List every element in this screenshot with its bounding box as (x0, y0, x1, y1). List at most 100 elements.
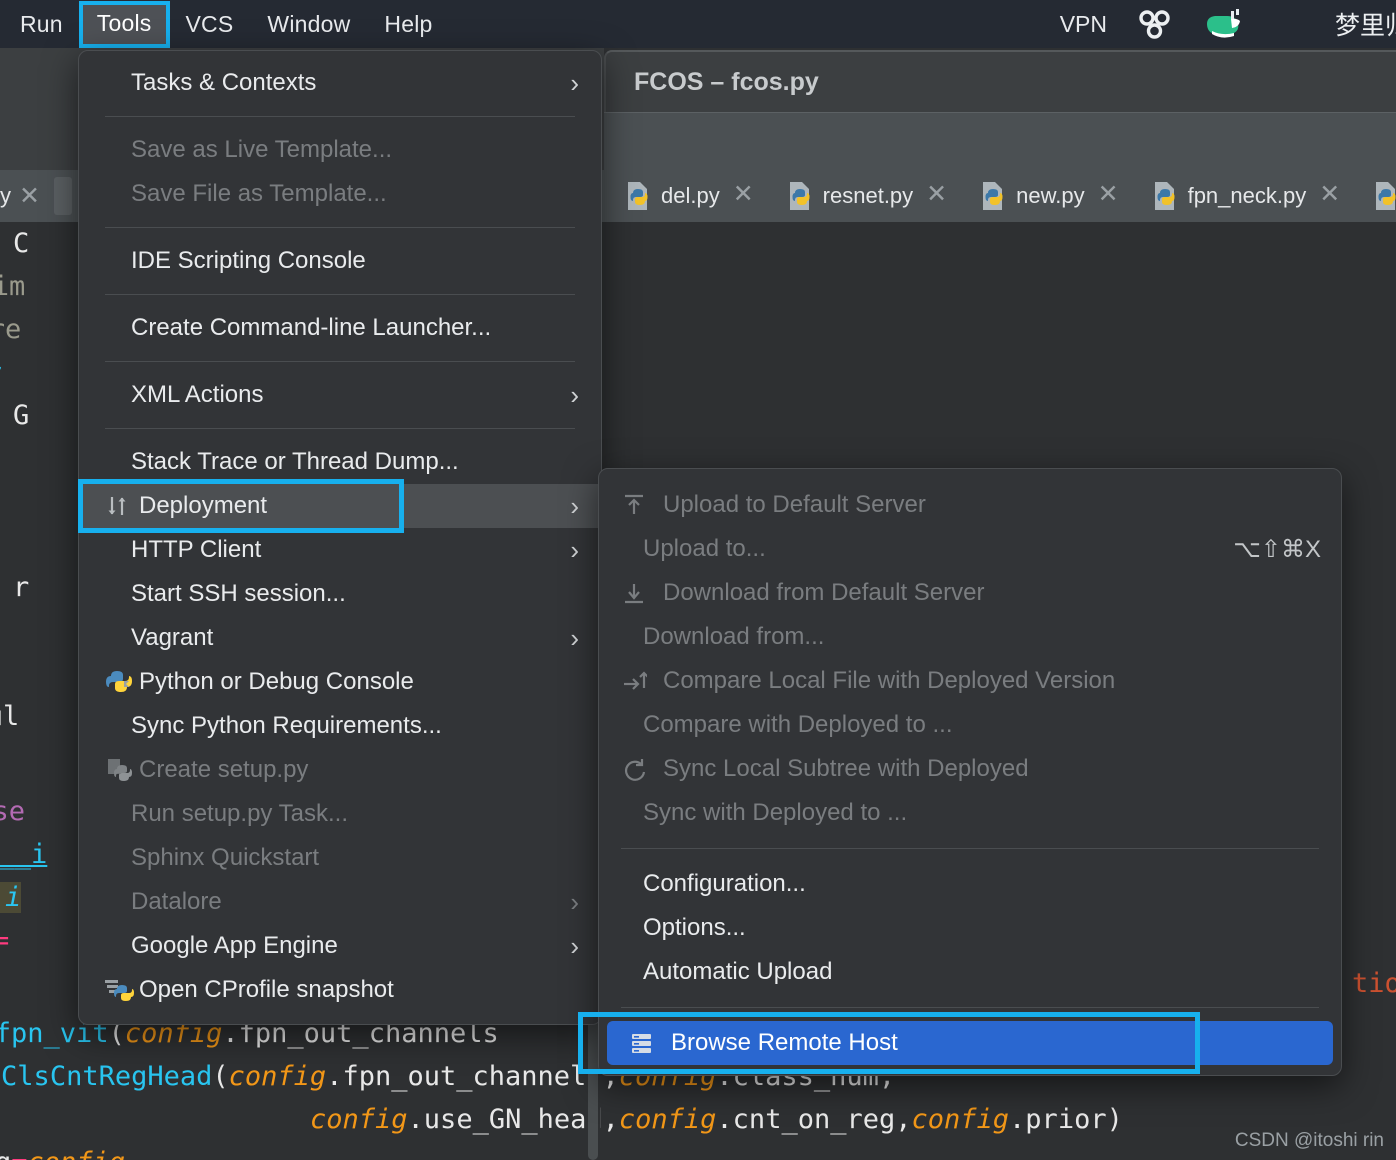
menu-item-label: Vagrant (131, 624, 214, 651)
menu-bar-item-window[interactable]: Window (253, 7, 364, 42)
tools-menu-item-run-setup-py-task: Run setup.py Task... (79, 792, 601, 836)
tools-menu-item-save-file-as-template: Save File as Template... (79, 172, 601, 216)
tools-menu-item-open-cprofile-snapshot[interactable]: Open CProfile snapshot (79, 968, 601, 1012)
python-console-icon (105, 668, 139, 696)
deployment-submenu[interactable]: Upload to Default Server Upload to... ⌥⇧⌘X… (578, 468, 1342, 1076)
docker-whale-icon[interactable] (1203, 7, 1249, 41)
close-icon[interactable]: ✕ (922, 179, 951, 213)
page-title: FCOS – fcos.py (634, 68, 819, 96)
menu-separator (105, 294, 575, 295)
menu-item-label: Upload to Default Server (663, 491, 926, 518)
menu-separator (621, 848, 1319, 849)
editor-tab[interactable]: resnet.py ✕ (766, 170, 959, 222)
tools-menu-item-python-or-debug-console[interactable]: Python or Debug Console (79, 660, 601, 704)
window-title-bar: FCOS – fcos.py (604, 50, 1396, 112)
sync-icon (624, 759, 646, 781)
menu-item-label: Download from... (643, 623, 825, 650)
close-icon[interactable]: ✕ (729, 179, 758, 213)
editor-tab-bar[interactable]: del.py ✕ resnet.py ✕ new.py ✕ fpn_neck.py ✕ (604, 170, 1396, 222)
tools-menu-item-xml-actions[interactable]: XML Actions › (79, 373, 601, 417)
tools-menu-item-sync-python-requirements[interactable]: Sync Python Requirements... (79, 704, 601, 748)
tools-menu-item-create-command-line-launcher[interactable]: Create Command-line Launcher... (79, 306, 601, 350)
menu-separator (105, 361, 575, 362)
menu-item-label: IDE Scripting Console (131, 247, 366, 274)
tools-dropdown-menu[interactable]: Tasks & Contexts › Save as Live Template..… (78, 50, 602, 1025)
python-file-icon (628, 182, 648, 210)
setup-py-icon (105, 756, 139, 784)
menu-item-label: XML Actions (131, 381, 264, 408)
editor-tab-label: resnet.py (822, 183, 914, 208)
chevron-right-icon: › (570, 491, 579, 521)
menu-item-label: Run setup.py Task... (131, 800, 349, 827)
editor-tab-label: fpn_neck.py (1187, 183, 1307, 208)
python-file-icon (789, 182, 810, 210)
tools-menu-item-start-ssh-session[interactable]: Start SSH session... (79, 572, 601, 616)
close-icon[interactable]: ✕ (11, 181, 40, 211)
sync-icon (621, 756, 663, 782)
menu-item-label: Stack Trace or Thread Dump... (131, 448, 459, 475)
menu-bar-item-run[interactable]: Run (6, 7, 77, 42)
tab-stub (53, 177, 72, 215)
tools-menu-item-save-as-live-template: Save as Live Template... (79, 128, 601, 172)
tools-menu-item-ide-scripting-console[interactable]: IDE Scripting Console (79, 239, 601, 283)
menu-bar-right-group: VPN 梦里归 (1060, 6, 1396, 42)
editor-tab[interactable]: del.py ✕ (604, 170, 766, 222)
tab-strip-upper (604, 112, 1396, 170)
deployment-menu-item-upload-to: Upload to... ⌥⇧⌘X (599, 527, 1341, 571)
editor-tab[interactable]: new.py ✕ (959, 170, 1130, 222)
upload-icon (621, 492, 663, 518)
deployment-menu-item-compare-with-deployed-to: Compare with Deployed to ... (599, 703, 1341, 747)
tools-menu-item-sphinx-quickstart: Sphinx Quickstart (79, 836, 601, 880)
deployment-menu-item-download-from-default-server: Download from Default Server (599, 571, 1341, 615)
left-tab-item[interactable]: y ✕ (0, 170, 90, 222)
menu-item-label: Python or Debug Console (139, 668, 414, 695)
tools-menu-item-deployment[interactable]: Deployment › (78, 479, 601, 533)
editor-tab-partial[interactable] (1352, 170, 1396, 222)
vpn-logo-icon[interactable] (1133, 7, 1177, 41)
browse-remote-host-row[interactable]: Browse Remote Host (578, 1012, 1341, 1074)
menu-item-label: Create Command-line Launcher... (131, 314, 492, 341)
chevron-right-icon: › (570, 931, 579, 961)
menu-item-label: Compare with Deployed to ... (643, 711, 953, 738)
menu-item-label: Compare Local File with Deployed Version (663, 667, 1116, 694)
deployment-menu-item-options[interactable]: Options... (599, 906, 1341, 950)
cprofile-icon (105, 976, 139, 1004)
upload-icon (625, 494, 643, 514)
keyboard-shortcut: ⌥⇧⌘X (1233, 535, 1321, 563)
tools-menu-item-create-setup-py: Create setup.py (79, 748, 601, 792)
deployment-menu-item-configuration[interactable]: Configuration... (599, 862, 1341, 906)
editor-tab[interactable]: fpn_neck.py ✕ (1131, 170, 1353, 222)
deployment-updown-arrows-icon (105, 493, 139, 519)
menu-bar[interactable]: Run Tools VCS Window Help VPN 梦里 (0, 0, 1396, 48)
close-icon[interactable]: ✕ (1315, 179, 1344, 213)
tools-menu-item-datalore: Datalore › (79, 880, 601, 924)
python-file-icon (1154, 182, 1175, 210)
menu-bar-item-help[interactable]: Help (370, 7, 446, 42)
menu-bar-item-tools[interactable]: Tools (78, 0, 170, 48)
menu-item-label: Save File as Template... (131, 180, 387, 207)
tools-menu-item-http-client[interactable]: HTTP Client › (79, 528, 601, 572)
deployment-menu-item-sync-local-subtree-with-deployed: Sync Local Subtree with Deployed (599, 747, 1341, 791)
tools-menu-item-google-app-engine[interactable]: Google App Engine › (79, 924, 601, 968)
menu-bar-item-vcs[interactable]: VCS (172, 7, 248, 42)
watermark-text: CSDN @itoshi rin (1234, 1130, 1384, 1151)
menu-item-label: Datalore (131, 888, 222, 915)
vpn-status-label[interactable]: VPN (1060, 11, 1107, 38)
menu-item-label: Sync Local Subtree with Deployed (663, 755, 1029, 782)
close-icon[interactable]: ✕ (1094, 179, 1123, 213)
menu-item-label: Download from Default Server (663, 579, 985, 606)
menu-separator (105, 116, 575, 117)
deployment-menu-item-automatic-upload[interactable]: Automatic Upload (599, 950, 1341, 994)
tools-menu-item-stack-trace-or-thread-dump[interactable]: Stack Trace or Thread Dump... (79, 440, 601, 484)
user-name-label[interactable]: 梦里归 (1335, 6, 1396, 42)
menu-item-label: HTTP Client (131, 536, 262, 563)
menu-item-label: Sync with Deployed to ... (643, 799, 908, 826)
menu-item-label: Sync Python Requirements... (131, 712, 442, 739)
menu-item-label: Configuration... (643, 870, 806, 897)
menu-item-label: Save as Live Template... (131, 136, 393, 163)
deployment-menu-item-browse-remote-host[interactable]: Browse Remote Host (607, 1021, 1333, 1065)
menu-item-label: Tasks & Contexts (131, 69, 317, 96)
tools-menu-item-vagrant[interactable]: Vagrant › (79, 616, 601, 660)
tools-menu-item-tasks-contexts[interactable]: Tasks & Contexts › (79, 61, 601, 105)
menu-item-label: Sphinx Quickstart (131, 844, 320, 871)
